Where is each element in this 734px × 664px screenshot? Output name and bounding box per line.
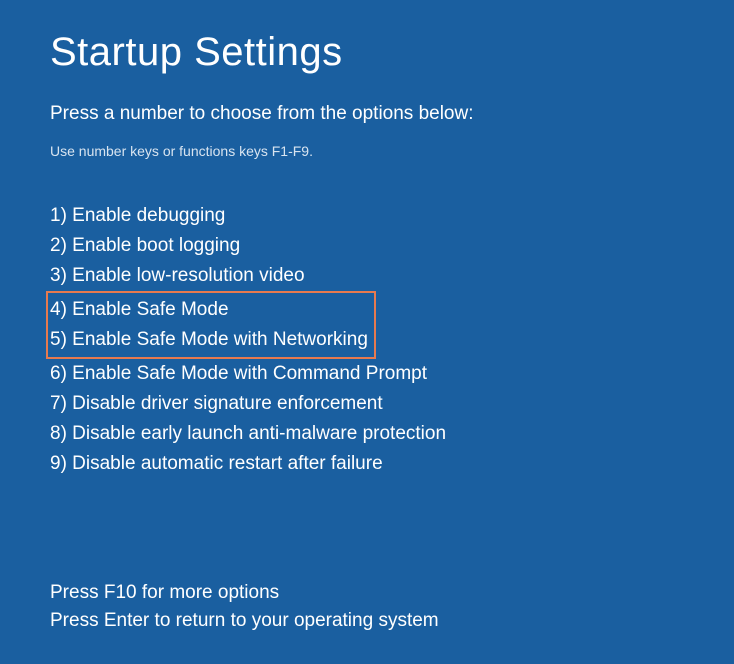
subtitle-text: Press a number to choose from the option… [50,103,684,125]
option-1[interactable]: 1) Enable debugging [50,201,684,231]
footer-instructions: Press F10 for more options Press Enter t… [50,579,684,635]
page-title: Startup Settings [50,30,684,75]
options-list: 1) Enable debugging 2) Enable boot loggi… [50,201,684,479]
option-4[interactable]: 4) Enable Safe Mode [50,295,368,325]
option-7[interactable]: 7) Disable driver signature enforcement [50,389,684,419]
option-2[interactable]: 2) Enable boot logging [50,231,684,261]
option-8[interactable]: 8) Disable early launch anti-malware pro… [50,419,684,449]
return-text: Press Enter to return to your operating … [50,607,684,635]
option-6[interactable]: 6) Enable Safe Mode with Command Prompt [50,359,684,389]
highlight-annotation: 4) Enable Safe Mode 5) Enable Safe Mode … [46,291,376,359]
option-9[interactable]: 9) Disable automatic restart after failu… [50,449,684,479]
option-5[interactable]: 5) Enable Safe Mode with Networking [50,325,368,355]
hint-text: Use number keys or functions keys F1-F9. [50,143,684,159]
more-options-text: Press F10 for more options [50,579,684,607]
option-3[interactable]: 3) Enable low-resolution video [50,261,684,291]
